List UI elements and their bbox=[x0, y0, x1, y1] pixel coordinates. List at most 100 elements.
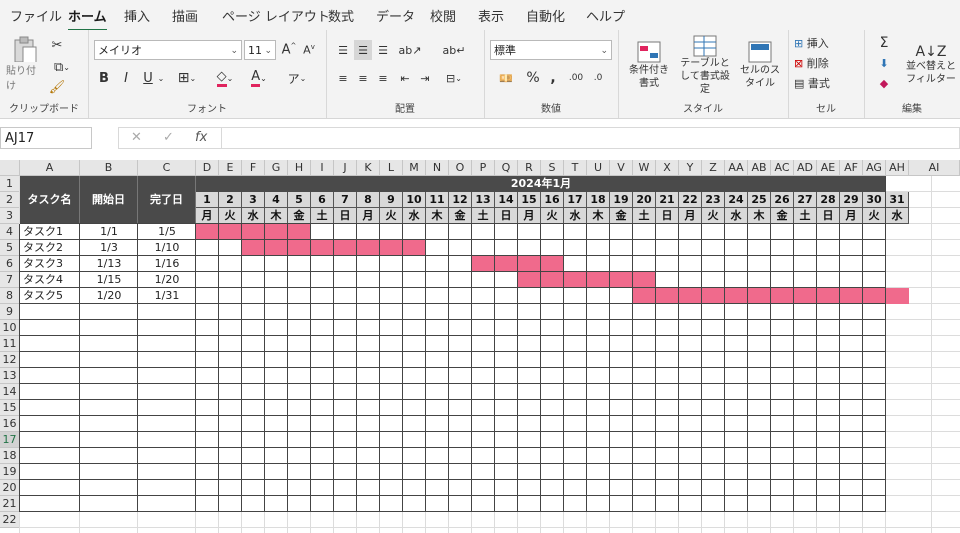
currency-button[interactable]: 💴 bbox=[492, 68, 520, 88]
menu-item-2[interactable]: 挿入 bbox=[124, 6, 150, 25]
row-header-16[interactable]: 16 bbox=[0, 416, 20, 432]
column-header-A[interactable]: A bbox=[20, 160, 80, 176]
border-button[interactable]: ⊞ ⌄ bbox=[174, 68, 200, 88]
row-header-6[interactable]: 6 bbox=[0, 256, 20, 272]
column-header-K[interactable]: K bbox=[357, 160, 380, 176]
column-header-W[interactable]: W bbox=[633, 160, 656, 176]
column-header-AE[interactable]: AE bbox=[817, 160, 840, 176]
number-format-select[interactable]: 標準 ⌄ bbox=[490, 40, 612, 60]
select-all-corner[interactable] bbox=[0, 160, 20, 176]
column-header-AG[interactable]: AG bbox=[863, 160, 886, 176]
percent-button[interactable]: % bbox=[524, 68, 542, 88]
row-header-4[interactable]: 4 bbox=[0, 224, 20, 240]
task-start[interactable]: 1/15 bbox=[80, 272, 138, 288]
row-header-14[interactable]: 14 bbox=[0, 384, 20, 400]
underline-button[interactable]: U bbox=[140, 68, 156, 88]
row-header-7[interactable]: 7 bbox=[0, 272, 20, 288]
column-header-AB[interactable]: AB bbox=[748, 160, 771, 176]
increase-decimal-button[interactable]: .00 bbox=[566, 68, 586, 88]
enter-icon[interactable]: ✓ bbox=[163, 130, 174, 145]
row-header-2[interactable]: 2 bbox=[0, 192, 20, 208]
column-header-O[interactable]: O bbox=[449, 160, 472, 176]
row-header-22[interactable]: 22 bbox=[0, 512, 20, 528]
row-header-13[interactable]: 13 bbox=[0, 368, 20, 384]
column-header-Y[interactable]: Y bbox=[679, 160, 702, 176]
row-header-12[interactable]: 12 bbox=[0, 352, 20, 368]
align-center-button[interactable]: ≡ bbox=[354, 68, 372, 88]
row-header-3[interactable]: 3 bbox=[0, 208, 20, 224]
task-end[interactable]: 1/16 bbox=[138, 256, 196, 272]
menu-item-4[interactable]: ページ レイアウト bbox=[222, 6, 330, 25]
wrap-text-button[interactable]: ab↵ bbox=[443, 40, 466, 60]
menu-item-7[interactable]: 校閲 bbox=[430, 6, 456, 25]
align-left-button[interactable]: ≡ bbox=[334, 68, 352, 88]
task-name[interactable]: タスク4 bbox=[23, 272, 79, 288]
copy-button[interactable]: ⧉ ⌄ bbox=[48, 58, 76, 76]
menu-item-6[interactable]: データ bbox=[376, 6, 415, 25]
row-header-9[interactable]: 9 bbox=[0, 304, 20, 320]
menu-item-9[interactable]: 自動化 bbox=[526, 6, 565, 25]
format-painter-button[interactable]: 🖌 bbox=[48, 78, 66, 96]
decrease-indent-button[interactable]: ⇤ bbox=[396, 68, 414, 88]
sort-filter-button[interactable]: A↓Z 並べ替えとフィルター bbox=[904, 34, 958, 96]
conditional-format-button[interactable]: 条件付き書式 bbox=[624, 34, 674, 96]
column-header-L[interactable]: L bbox=[380, 160, 403, 176]
column-header-C[interactable]: C bbox=[138, 160, 196, 176]
delete-cells-button[interactable]: ⊠ 削除 bbox=[794, 54, 858, 72]
clear-button[interactable]: ◆ bbox=[870, 74, 898, 92]
shrink-font-button[interactable]: Av bbox=[300, 40, 318, 60]
row-header-17[interactable]: 17 bbox=[0, 432, 20, 448]
column-header-D[interactable]: D bbox=[196, 160, 219, 176]
orientation-button[interactable]: ab↗ bbox=[396, 40, 424, 60]
column-header-U[interactable]: U bbox=[587, 160, 610, 176]
font-name-select[interactable]: メイリオ ⌄ bbox=[94, 40, 242, 60]
format-cells-button[interactable]: ▤ 書式 bbox=[794, 74, 858, 92]
row-header-18[interactable]: 18 bbox=[0, 448, 20, 464]
row-header-10[interactable]: 10 bbox=[0, 320, 20, 336]
cut-button[interactable]: ✂ bbox=[48, 36, 66, 54]
row-header-8[interactable]: 8 bbox=[0, 288, 20, 304]
merge-center-button[interactable]: ⊟ ⌄ bbox=[440, 68, 468, 88]
name-box[interactable]: AJ17 bbox=[0, 127, 92, 149]
bold-button[interactable]: B bbox=[96, 68, 112, 88]
task-start[interactable]: 1/13 bbox=[80, 256, 138, 272]
column-header-G[interactable]: G bbox=[265, 160, 288, 176]
column-header-AF[interactable]: AF bbox=[840, 160, 863, 176]
font-size-select[interactable]: 11 ⌄ bbox=[244, 40, 276, 60]
column-header-P[interactable]: P bbox=[472, 160, 495, 176]
task-start[interactable]: 1/3 bbox=[80, 240, 138, 256]
row-header-1[interactable]: 1 bbox=[0, 176, 20, 192]
menu-item-1[interactable]: ホーム bbox=[68, 6, 107, 32]
task-name[interactable]: タスク3 bbox=[23, 256, 79, 272]
task-end[interactable]: 1/31 bbox=[138, 288, 196, 304]
menu-item-8[interactable]: 表示 bbox=[478, 6, 504, 25]
autosum-button[interactable]: Σ bbox=[870, 34, 898, 52]
column-header-E[interactable]: E bbox=[219, 160, 242, 176]
column-header-H[interactable]: H bbox=[288, 160, 311, 176]
column-header-F[interactable]: F bbox=[242, 160, 265, 176]
task-name[interactable]: タスク2 bbox=[23, 240, 79, 256]
insert-cells-button[interactable]: ⊞ 挿入 bbox=[794, 34, 858, 52]
row-header-21[interactable]: 21 bbox=[0, 496, 20, 512]
menu-file[interactable]: ファイル bbox=[10, 6, 62, 25]
formula-input[interactable] bbox=[222, 127, 960, 149]
task-end[interactable]: 1/5 bbox=[138, 224, 196, 240]
column-header-AC[interactable]: AC bbox=[771, 160, 794, 176]
column-header-V[interactable]: V bbox=[610, 160, 633, 176]
column-header-Z[interactable]: Z bbox=[702, 160, 725, 176]
insert-function-icon[interactable]: fx bbox=[195, 130, 207, 145]
align-middle-button[interactable]: ☰ bbox=[354, 40, 372, 60]
column-header-J[interactable]: J bbox=[334, 160, 357, 176]
column-header-Q[interactable]: Q bbox=[495, 160, 518, 176]
align-bottom-button[interactable]: ☰ bbox=[374, 40, 392, 60]
column-header-AD[interactable]: AD bbox=[794, 160, 817, 176]
underline-dropdown[interactable]: ⌄ bbox=[156, 68, 166, 88]
format-as-table-button[interactable]: テーブルとして書式設定 bbox=[676, 34, 734, 96]
align-top-button[interactable]: ☰ bbox=[334, 40, 352, 60]
decrease-decimal-button[interactable]: .0 bbox=[588, 68, 608, 88]
align-right-button[interactable]: ≡ bbox=[374, 68, 392, 88]
spreadsheet-grid[interactable]: A B C D E F G H I J K L M N O P Q R S T U V W X Y Z AA AB AC AD AE AF AG… bbox=[0, 160, 960, 533]
column-header-I[interactable]: I bbox=[311, 160, 334, 176]
cell-styles-button[interactable]: セルのスタイル bbox=[736, 34, 784, 96]
row-header-5[interactable]: 5 bbox=[0, 240, 20, 256]
